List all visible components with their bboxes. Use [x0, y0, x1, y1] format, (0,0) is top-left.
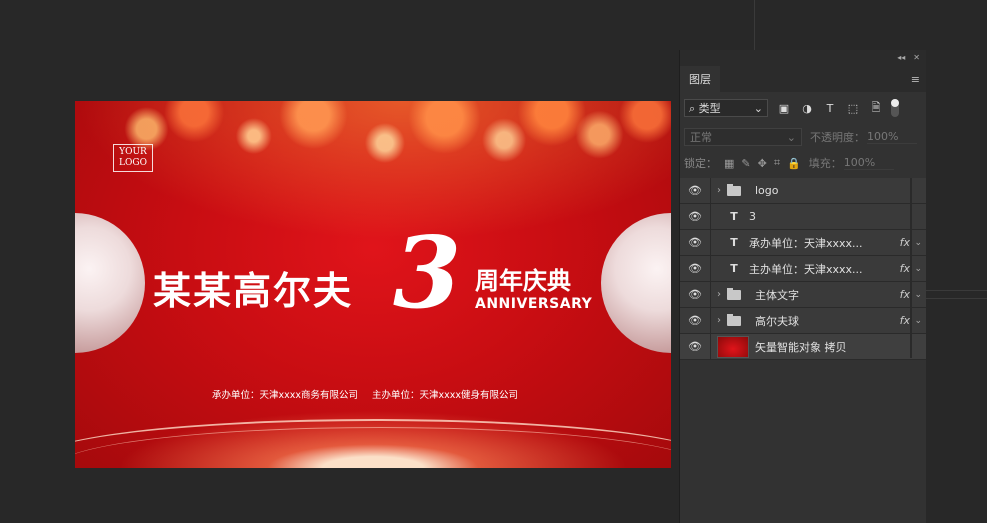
organizer-text: 承办单位：天津xxxx商务有限公司 [212, 390, 358, 401]
divider [710, 178, 711, 203]
layer-thumbnail [717, 335, 749, 358]
close-icon[interactable]: ✕ [913, 53, 920, 62]
layer-row[interactable]: 👁 T 主办单位：天津xxxx... fx ⌄ [680, 256, 926, 282]
adjustment-filter-icon[interactable]: ◑ [800, 101, 814, 115]
document-artwork[interactable]: YOUR LOGO 某某高尔夫 3 周年庆典 ANNIVERSARY 承办单位：… [75, 101, 671, 468]
eye-icon[interactable]: 👁 [684, 340, 706, 353]
fx-icon[interactable]: fx [900, 288, 910, 301]
expand-caret-icon[interactable]: › [713, 185, 725, 196]
layer-row[interactable]: 👁 › 高尔夫球 fx ⌄ [680, 308, 926, 334]
layer-filter-row: ⌕ 类型 ⌄ ▣ ◑ T ⬚ 🗎 [680, 92, 926, 124]
eye-icon[interactable]: 👁 [684, 288, 706, 301]
eye-icon[interactable]: 👁 [684, 210, 706, 223]
eye-icon[interactable]: 👁 [684, 184, 706, 197]
blend-row: 正常 ⌄ 不透明度： 100% [680, 124, 926, 150]
layer-row[interactable]: 👁 T 承办单位：天津xxxx... fx ⌄ [680, 230, 926, 256]
lock-artboard-icon[interactable]: ⌗ [774, 156, 780, 170]
smart-object-filter-icon[interactable]: 🗎 [869, 101, 883, 115]
fx-icon[interactable]: fx [900, 236, 910, 249]
folder-icon [727, 287, 741, 300]
text-layer-icon: T [730, 210, 738, 223]
folder-icon [727, 183, 741, 196]
fx-icon[interactable]: fx [900, 262, 910, 275]
layer-row[interactable]: 👁 › 主体文字 fx ⌄ [680, 282, 926, 308]
panel-header: ◂◂ ✕ [680, 50, 926, 64]
divider [710, 230, 711, 255]
expand-caret-icon[interactable]: › [713, 315, 725, 326]
blend-mode-value: 正常 [690, 131, 712, 144]
chevron-down-icon[interactable]: ⌄ [914, 238, 922, 248]
layer-name: 承办单位：天津xxxx... [749, 236, 863, 250]
chevron-down-icon[interactable]: ⌄ [914, 264, 922, 274]
lock-transparent-pixels-icon[interactable]: ▦ [724, 157, 734, 170]
lock-image-pixels-icon[interactable]: ✎ [741, 157, 750, 170]
logo-line1: YOUR [119, 147, 147, 157]
panel-menu-icon[interactable]: ≡ [911, 73, 920, 86]
divider [710, 334, 711, 359]
logo-placeholder: YOUR LOGO [113, 144, 153, 172]
anniversary-text: ANNIVERSARY [475, 296, 593, 312]
pixel-filter-icon[interactable]: ▣ [777, 101, 791, 115]
collapse-icon[interactable]: ◂◂ [897, 53, 905, 62]
panel-tabbar: 图层 ≡ [680, 64, 926, 92]
chevron-down-icon[interactable]: ⌄ [914, 290, 922, 300]
anniversary-number: 3 [393, 216, 462, 331]
panel-divider [925, 298, 987, 299]
artwork-title: 某某高尔夫 [153, 269, 354, 313]
layer-row[interactable]: 👁 T 3 [680, 204, 926, 230]
lock-all-icon[interactable]: 🔒 [787, 157, 801, 170]
chevron-down-icon: ⌄ [753, 101, 763, 115]
folder-icon [727, 313, 741, 326]
eye-icon[interactable]: 👁 [684, 236, 706, 249]
fill-input[interactable]: 100% [843, 156, 894, 170]
shape-filter-icon[interactable]: ⬚ [846, 101, 860, 115]
layer-row[interactable]: 👁 › logo [680, 178, 926, 204]
lock-row: 锁定： ▦ ✎ ✥ ⌗ 🔒 填充： 100% [680, 150, 926, 176]
eye-icon[interactable]: 👁 [684, 262, 706, 275]
chevron-down-icon[interactable]: ⌄ [914, 316, 922, 326]
blend-mode-select[interactable]: 正常 ⌄ [684, 128, 802, 146]
logo-line2: LOGO [119, 158, 147, 168]
scrollbar[interactable] [910, 178, 912, 358]
fill-label: 填充： [808, 157, 842, 170]
opacity-input[interactable]: 100% [867, 130, 917, 144]
layers-panel: ◂◂ ✕ 图层 ≡ ⌕ 类型 ⌄ ▣ ◑ T ⬚ 🗎 正常 ⌄ 不透明度： 10… [679, 50, 926, 523]
celebration-text: 周年庆典 [475, 267, 571, 295]
layer-name: 矢量智能对象 拷贝 [755, 340, 847, 354]
divider [710, 282, 711, 307]
text-layer-icon: T [730, 236, 738, 249]
divider [710, 256, 711, 281]
panel-divider [925, 290, 987, 291]
layer-name: 主办单位：天津xxxx... [749, 262, 863, 276]
text-layer-icon: T [730, 262, 738, 275]
lock-label: 锁定： [684, 157, 717, 170]
lock-position-icon[interactable]: ✥ [758, 157, 767, 170]
panel-divider [754, 0, 755, 50]
layer-row[interactable]: 👁 矢量智能对象 拷贝 [680, 334, 926, 360]
divider [710, 204, 711, 229]
layer-name: 高尔夫球 [755, 314, 799, 328]
layer-name: 3 [749, 210, 756, 223]
layers-list: 👁 › logo 👁 T 3 👁 T 承办单位：天津xxxx... fx ⌄ 👁 [680, 178, 926, 360]
host-text: 主办单位：天津xxxx健身有限公司 [372, 390, 518, 401]
chevron-down-icon: ⌄ [786, 130, 796, 144]
fx-icon[interactable]: fx [900, 314, 910, 327]
bokeh-lights-decoration [75, 101, 671, 241]
text-filter-icon[interactable]: T [823, 101, 837, 115]
tab-layers[interactable]: 图层 [680, 66, 720, 92]
opacity-label: 不透明度： [810, 131, 865, 144]
layer-name: 主体文字 [755, 288, 799, 302]
eye-icon[interactable]: 👁 [684, 314, 706, 327]
divider [710, 308, 711, 333]
expand-caret-icon[interactable]: › [713, 289, 725, 300]
filter-kind-select[interactable]: ⌕ 类型 ⌄ [684, 99, 768, 117]
filter-kind-label: ⌕ 类型 [689, 102, 721, 115]
filter-toggle[interactable] [891, 99, 899, 117]
layer-name: logo [755, 184, 779, 197]
